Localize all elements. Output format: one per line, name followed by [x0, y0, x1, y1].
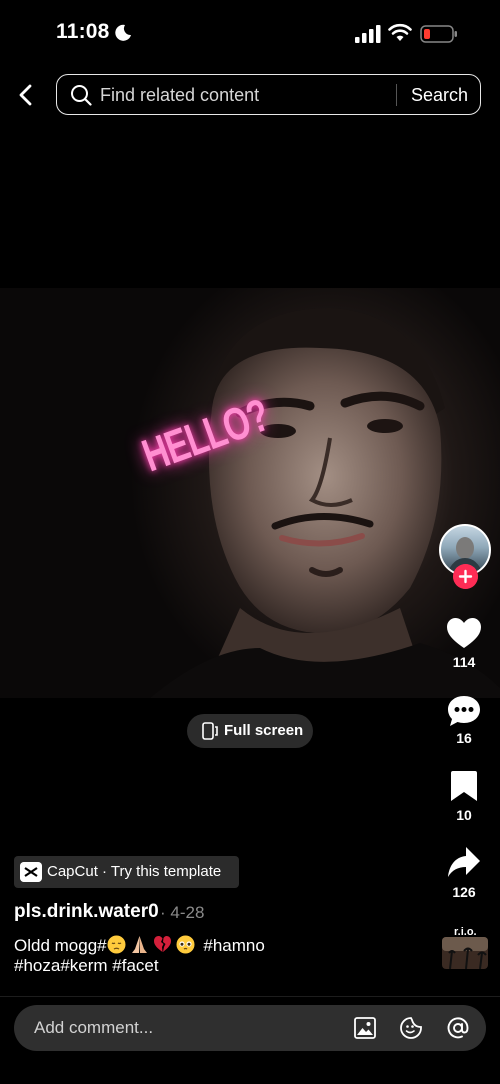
- fullscreen-icon: [202, 722, 218, 740]
- moon-icon: [115, 24, 131, 41]
- back-icon[interactable]: [14, 82, 40, 108]
- broken-heart-icon: [153, 936, 171, 952]
- username[interactable]: pls.drink.water0: [14, 901, 159, 923]
- comment-bar[interactable]: Add comment...: [14, 1005, 486, 1051]
- praying-hands-icon: [131, 936, 147, 953]
- like-heart-icon[interactable]: [446, 617, 482, 649]
- comment-count: 16: [456, 730, 472, 746]
- sound-label: r.i.o.: [454, 926, 477, 938]
- status-time: 11:08: [56, 20, 110, 43]
- image-icon[interactable]: [353, 1016, 377, 1040]
- capcut-logo-icon: [20, 862, 42, 882]
- fullscreen-button[interactable]: Full screen: [187, 714, 313, 748]
- follow-plus-icon[interactable]: [453, 564, 478, 589]
- caption-text: Oldd mogg#: [14, 936, 107, 955]
- video-frame: [150, 308, 500, 698]
- comment-bubble-icon[interactable]: [446, 694, 482, 728]
- comment-input[interactable]: Add comment...: [34, 1018, 153, 1038]
- mention-icon[interactable]: [446, 1016, 470, 1040]
- search-button[interactable]: Search: [411, 85, 468, 106]
- divider: [0, 996, 500, 997]
- sticker-icon[interactable]: [399, 1016, 423, 1040]
- pensive-face-icon: [107, 935, 126, 954]
- caption-line-2[interactable]: #hoza#kerm #facet: [14, 956, 159, 976]
- wifi-icon: [388, 23, 412, 41]
- caption-line-1: Oldd mogg# #hamno: [14, 935, 265, 956]
- status-bar: 11:08: [0, 0, 500, 68]
- search-icon: [71, 85, 92, 106]
- video-player[interactable]: HELLO?: [0, 288, 500, 698]
- search-input[interactable]: Find related content: [100, 85, 259, 106]
- like-count: 114: [452, 654, 476, 670]
- hashtag-hamno[interactable]: #hamno: [203, 936, 264, 955]
- capcut-template-link[interactable]: CapCut · Try this template: [14, 856, 239, 888]
- share-arrow-icon[interactable]: [447, 846, 481, 878]
- battery-icon: [420, 25, 457, 43]
- share-count: 126: [452, 884, 476, 900]
- signal-icon: [355, 25, 381, 43]
- search-divider: [396, 84, 397, 106]
- save-count: 10: [456, 807, 472, 823]
- capcut-label: CapCut · Try this template: [47, 863, 222, 880]
- fullscreen-label: Full screen: [224, 722, 304, 739]
- pleading-face-icon: [176, 935, 195, 954]
- search-bar[interactable]: Find related content Search: [56, 74, 481, 115]
- bookmark-icon[interactable]: [450, 770, 478, 802]
- post-date: · 4-28: [160, 903, 205, 922]
